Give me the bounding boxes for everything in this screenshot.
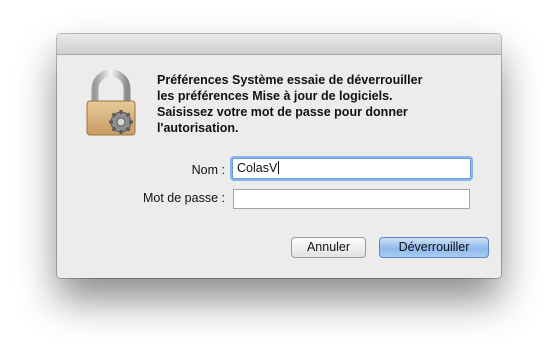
cancel-button[interactable]: Annuler bbox=[291, 237, 366, 258]
message-line: l'autorisation. bbox=[157, 121, 239, 135]
message-line: les préférences Mise à jour de logiciels… bbox=[157, 89, 393, 103]
password-field[interactable] bbox=[233, 189, 470, 209]
gear-icon bbox=[109, 110, 133, 134]
padlock-icon bbox=[86, 69, 136, 136]
name-label: Nom : bbox=[191, 163, 225, 177]
dialog-message: Préférences Système essaie de déverrouil… bbox=[157, 72, 487, 136]
unlock-button[interactable]: Déverrouiller bbox=[379, 237, 489, 258]
message-line: Préférences Système essaie de déverrouil… bbox=[157, 73, 423, 87]
unlock-dialog: Préférences Système essaie de déverrouil… bbox=[57, 34, 501, 278]
message-line: Saisissez votre mot de passe pour donner bbox=[157, 105, 408, 119]
password-label: Mot de passe : bbox=[143, 191, 225, 205]
name-field[interactable]: ColasV bbox=[232, 158, 471, 179]
text-caret bbox=[278, 161, 280, 174]
title-bar[interactable] bbox=[57, 34, 501, 55]
name-value: ColasV bbox=[237, 161, 278, 175]
